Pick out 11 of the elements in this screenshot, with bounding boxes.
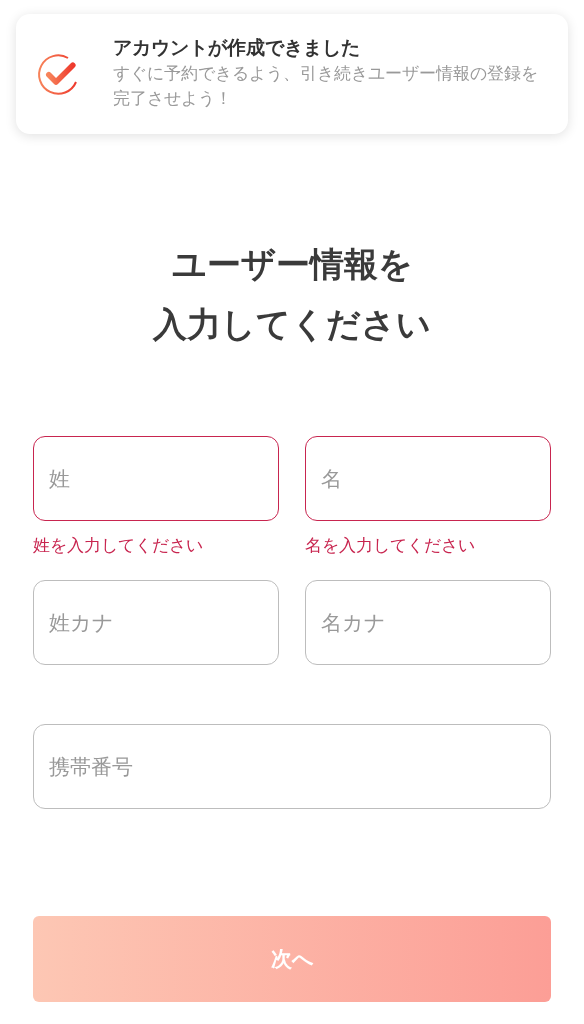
input-field[interactable]: 姓 [33, 436, 279, 521]
input-field[interactable]: 姓カナ [33, 580, 279, 665]
toast-message: すぐに予約できるよう、引き続きユーザー情報の登録を完了させよう！ [112, 62, 539, 110]
error-message: 姓を入力してください [33, 536, 203, 554]
page-heading: 入力してください [153, 304, 431, 345]
page-heading: ユーザー情報を [171, 244, 413, 285]
input-field[interactable]: 名 [305, 436, 551, 521]
error-message: 名を入力してください [305, 536, 475, 554]
input-field[interactable]: 携帯番号 [33, 724, 551, 809]
toast-title: アカウントが作成できました [112, 36, 361, 61]
input-field[interactable]: 名カナ [305, 580, 551, 665]
